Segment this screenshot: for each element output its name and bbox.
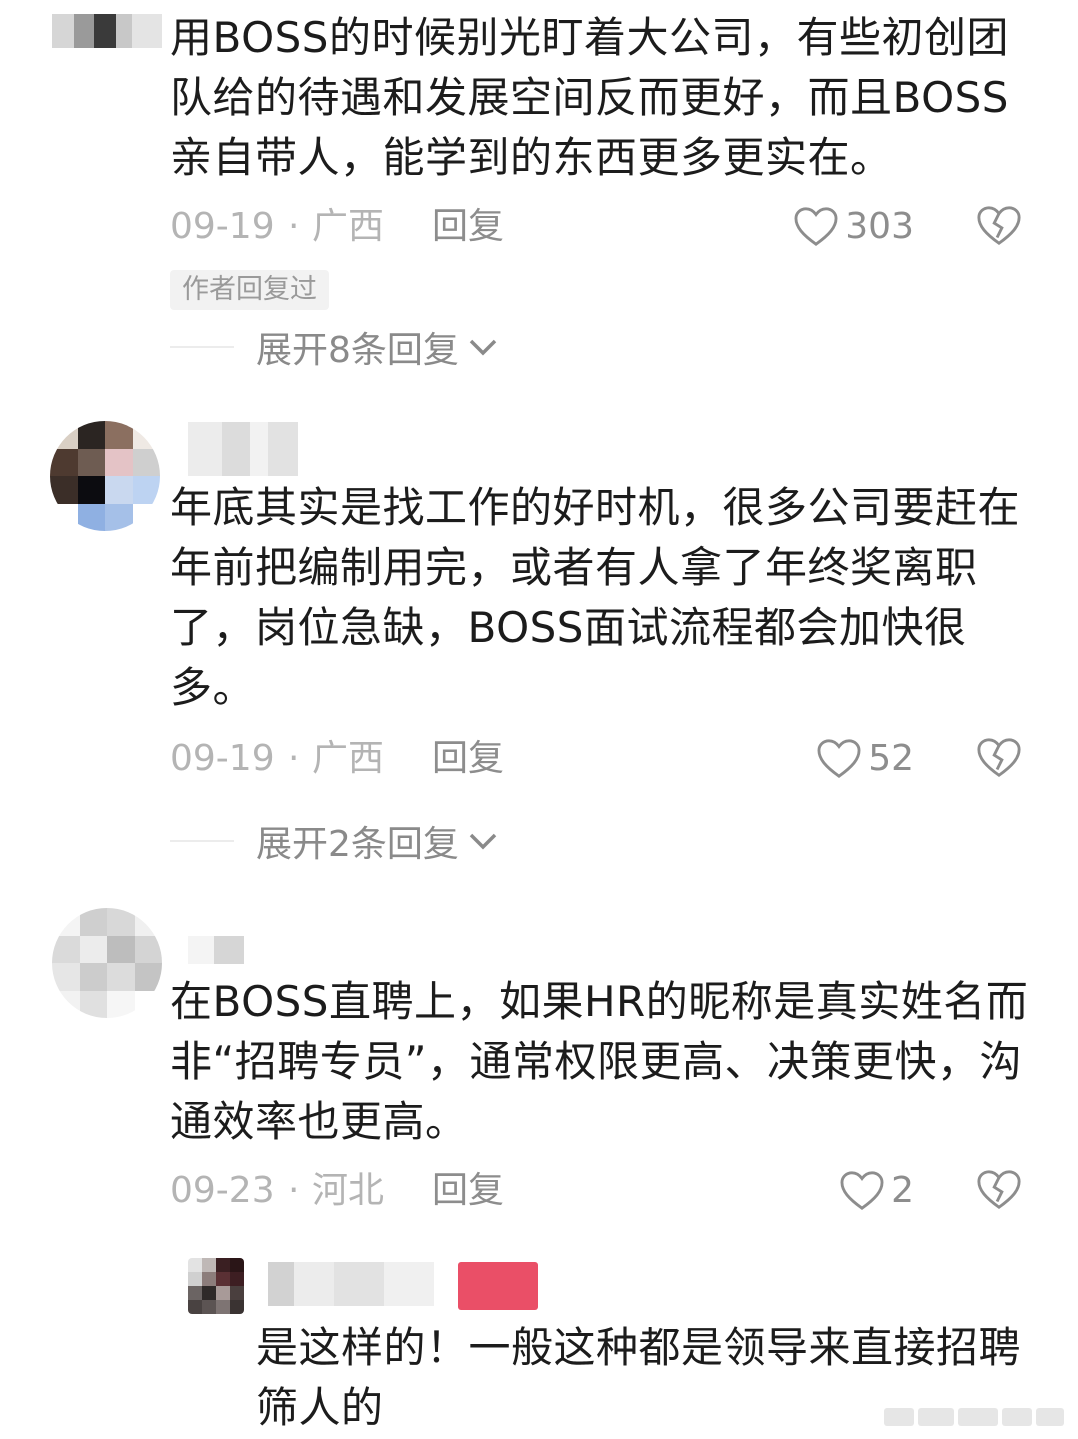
comment-meta: 09-23 · 河北 回复 2	[170, 1166, 1040, 1216]
expand-replies-label: 展开2条回复	[256, 824, 459, 865]
like-count: 52	[868, 738, 914, 779]
reply-button[interactable]: 回复	[432, 734, 504, 784]
comment-text: 用BOSS的时候别光盯着大公司，有些初创团 队给的待遇和发展空间反而更好，而且B…	[170, 8, 1040, 188]
comment-date: 09-19	[170, 206, 275, 247]
reply-text-line: 是这样的！一般这种都是领导来直接招聘	[256, 1323, 1022, 1372]
meta-separator: ·	[288, 206, 300, 247]
like-button[interactable]: 2	[839, 1166, 914, 1216]
comment-text-line: 队给的待遇和发展空间反而更好，而且BOSS	[170, 73, 1009, 122]
meta-separator: ·	[288, 1170, 300, 1211]
comment-region: 河北	[312, 1170, 385, 1211]
username-blurred[interactable]	[268, 1262, 434, 1306]
like-button[interactable]: 52	[816, 734, 914, 784]
reply-button[interactable]: 回复	[432, 1166, 504, 1216]
broken-heart-icon[interactable]	[976, 204, 1022, 248]
comment-text-line: 在BOSS直聘上，如果HR的昵称是真实姓名而	[170, 977, 1029, 1026]
broken-heart-icon[interactable]	[976, 1168, 1022, 1212]
avatar[interactable]	[52, 908, 162, 1018]
chevron-down-icon	[469, 339, 497, 356]
watermark-blurred	[884, 1403, 1064, 1431]
comment-text-line: 了，岗位急缺，BOSS面试流程都会加快很	[170, 603, 967, 652]
status-badge	[458, 1262, 538, 1310]
heart-outline-icon	[840, 1171, 884, 1210]
author-replied-tag: 作者回复过	[170, 270, 329, 310]
expand-replies-button[interactable]: 展开2条回复	[170, 816, 499, 866]
comment-text: 在BOSS直聘上，如果HR的昵称是真实姓名而 非“招聘专员”，通常权限更高、决策…	[170, 972, 1040, 1152]
like-count: 303	[845, 206, 914, 247]
expand-divider	[170, 346, 234, 348]
expand-divider	[170, 840, 234, 842]
avatar[interactable]	[188, 1258, 244, 1314]
expand-replies-button[interactable]: 展开8条回复	[170, 322, 499, 372]
comment-meta: 09-19 · 广西 回复 52	[170, 734, 1040, 784]
comment-region: 广西	[312, 206, 385, 247]
comment-text-line: 通效率也更高。	[170, 1097, 468, 1146]
comment-text-line: 多。	[170, 663, 256, 712]
reply-button[interactable]: 回复	[432, 202, 504, 252]
chevron-down-icon	[469, 833, 497, 850]
comment-date: 09-19	[170, 738, 275, 779]
comment-text-line: 年前把编制用完，或者有人拿了年终奖离职	[170, 543, 978, 592]
reply-text-line: 筛人的	[256, 1383, 384, 1432]
comment-meta: 09-19 · 广西 回复 303	[170, 202, 1040, 252]
like-button[interactable]: 303	[793, 202, 914, 252]
expand-replies-label: 展开8条回复	[256, 330, 459, 371]
heart-outline-icon	[817, 739, 861, 778]
comment-region: 广西	[312, 738, 385, 779]
comment-text: 年底其实是找工作的好时机，很多公司要赶在 年前把编制用完，或者有人拿了年终奖离职…	[170, 478, 1040, 718]
username-blurred[interactable]	[188, 422, 298, 476]
like-count: 2	[891, 1170, 914, 1211]
avatar[interactable]	[50, 421, 160, 531]
comment-text-line: 非“招聘专员”，通常权限更高、决策更快，沟	[170, 1037, 1023, 1086]
comment-text-line: 年底其实是找工作的好时机，很多公司要赶在	[170, 483, 1021, 532]
comment-date: 09-23	[170, 1170, 275, 1211]
meta-separator: ·	[288, 738, 300, 779]
comment-text-line: 亲自带人，能学到的东西更多更实在。	[170, 133, 893, 182]
broken-heart-icon[interactable]	[976, 736, 1022, 780]
heart-outline-icon	[794, 207, 838, 246]
username-blurred[interactable]	[188, 936, 244, 964]
username-blurred[interactable]	[52, 14, 162, 48]
comment-text-line: 用BOSS的时候别光盯着大公司，有些初创团	[170, 13, 1009, 62]
